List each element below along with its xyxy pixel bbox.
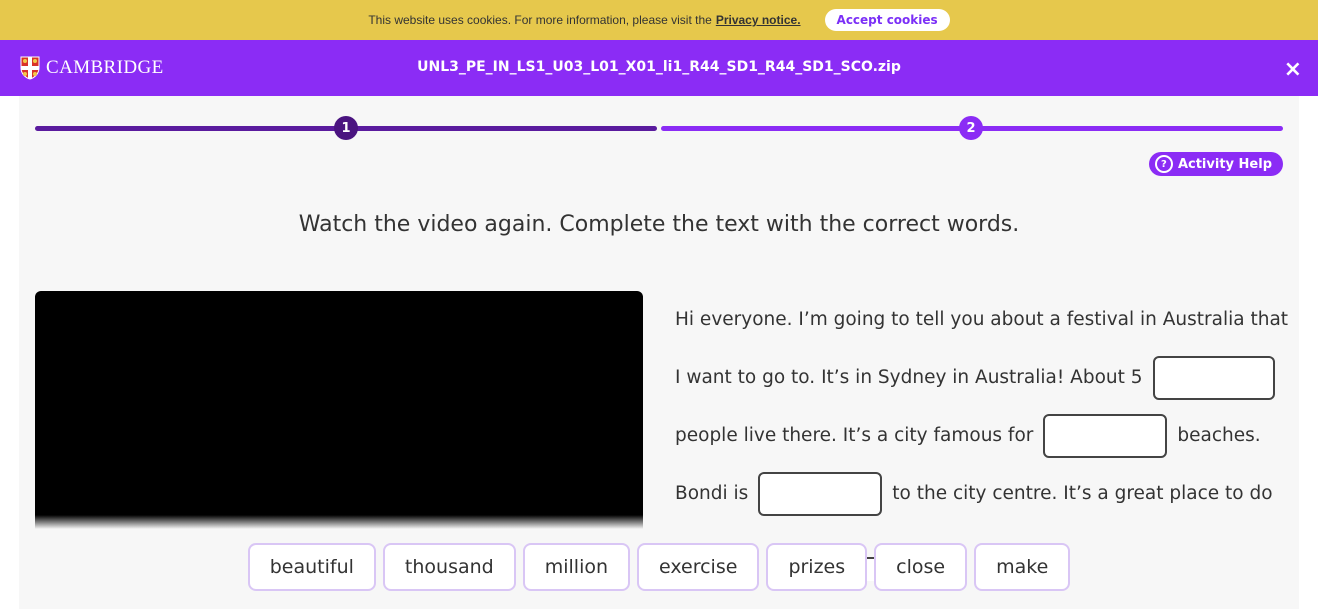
close-icon[interactable]: ×	[1284, 57, 1302, 82]
privacy-notice-link[interactable]: Privacy notice.	[716, 13, 801, 27]
word-chip[interactable]: prizes	[766, 543, 868, 591]
word-chip[interactable]: million	[522, 543, 631, 591]
passage-line-2: I want to go to. It’s in Sydney in Austr…	[675, 349, 1285, 407]
word-chip[interactable]: close	[874, 543, 968, 591]
activity-help-button[interactable]: ? Activity Help	[1148, 152, 1283, 176]
word-chip[interactable]: exercise	[637, 543, 760, 591]
activity-help-label: Activity Help	[1177, 156, 1272, 172]
answer-gap-2[interactable]	[1043, 414, 1168, 458]
step-2-dot[interactable]: 2	[959, 116, 983, 140]
activity-panel: 1 2 ? Activity Help Watch the video agai…	[19, 96, 1299, 609]
passage-text-1: Hi everyone. I’m going to tell you about…	[675, 309, 1289, 330]
instructions: Watch the video again. Complete the text…	[298, 212, 1020, 237]
passage-line-4: Bondi is to the city centre. It’s a grea…	[675, 465, 1285, 523]
accept-cookies-button[interactable]: Accept cookies	[824, 9, 950, 31]
passage-text-3b: beaches.	[1177, 425, 1261, 446]
word-chip[interactable]: beautiful	[247, 543, 376, 591]
help-icon: ?	[1154, 155, 1173, 173]
video-fade	[35, 515, 643, 529]
header-bar: CAMBRIDGE UNL3_PE_IN_LS1_U03_L01_X01_li1…	[0, 40, 1318, 96]
cookie-message: This website uses cookies. For more info…	[368, 13, 712, 27]
passage-text-3a: people live there. It’s a city famous fo…	[675, 425, 1034, 446]
passage-text-4a: Bondi is	[675, 483, 749, 504]
passage-text-4b: to the city centre. It’s a great place t…	[892, 483, 1273, 504]
word-chip[interactable]: thousand	[382, 543, 516, 591]
file-title: UNL3_PE_IN_LS1_U03_L01_X01_li1_R44_SD1_R…	[417, 59, 901, 75]
answer-gap-3[interactable]	[758, 472, 883, 516]
word-bank: beautiful thousand million exercise priz…	[19, 543, 1299, 591]
step-1-dot[interactable]: 1	[334, 116, 358, 140]
passage-line-3: people live there. It’s a city famous fo…	[675, 407, 1285, 465]
passage-line-1: Hi everyone. I’m going to tell you about…	[675, 291, 1289, 349]
cookie-banner: This website uses cookies. For more info…	[0, 0, 1318, 40]
gap-fill-passage: Hi everyone. I’m going to tell you about…	[675, 291, 1289, 581]
answer-gap-1[interactable]	[1152, 356, 1275, 400]
video-player[interactable]	[35, 291, 643, 529]
passage-text-2: I want to go to. It’s in Sydney in Austr…	[675, 367, 1143, 388]
word-chip[interactable]: make	[974, 543, 1071, 591]
